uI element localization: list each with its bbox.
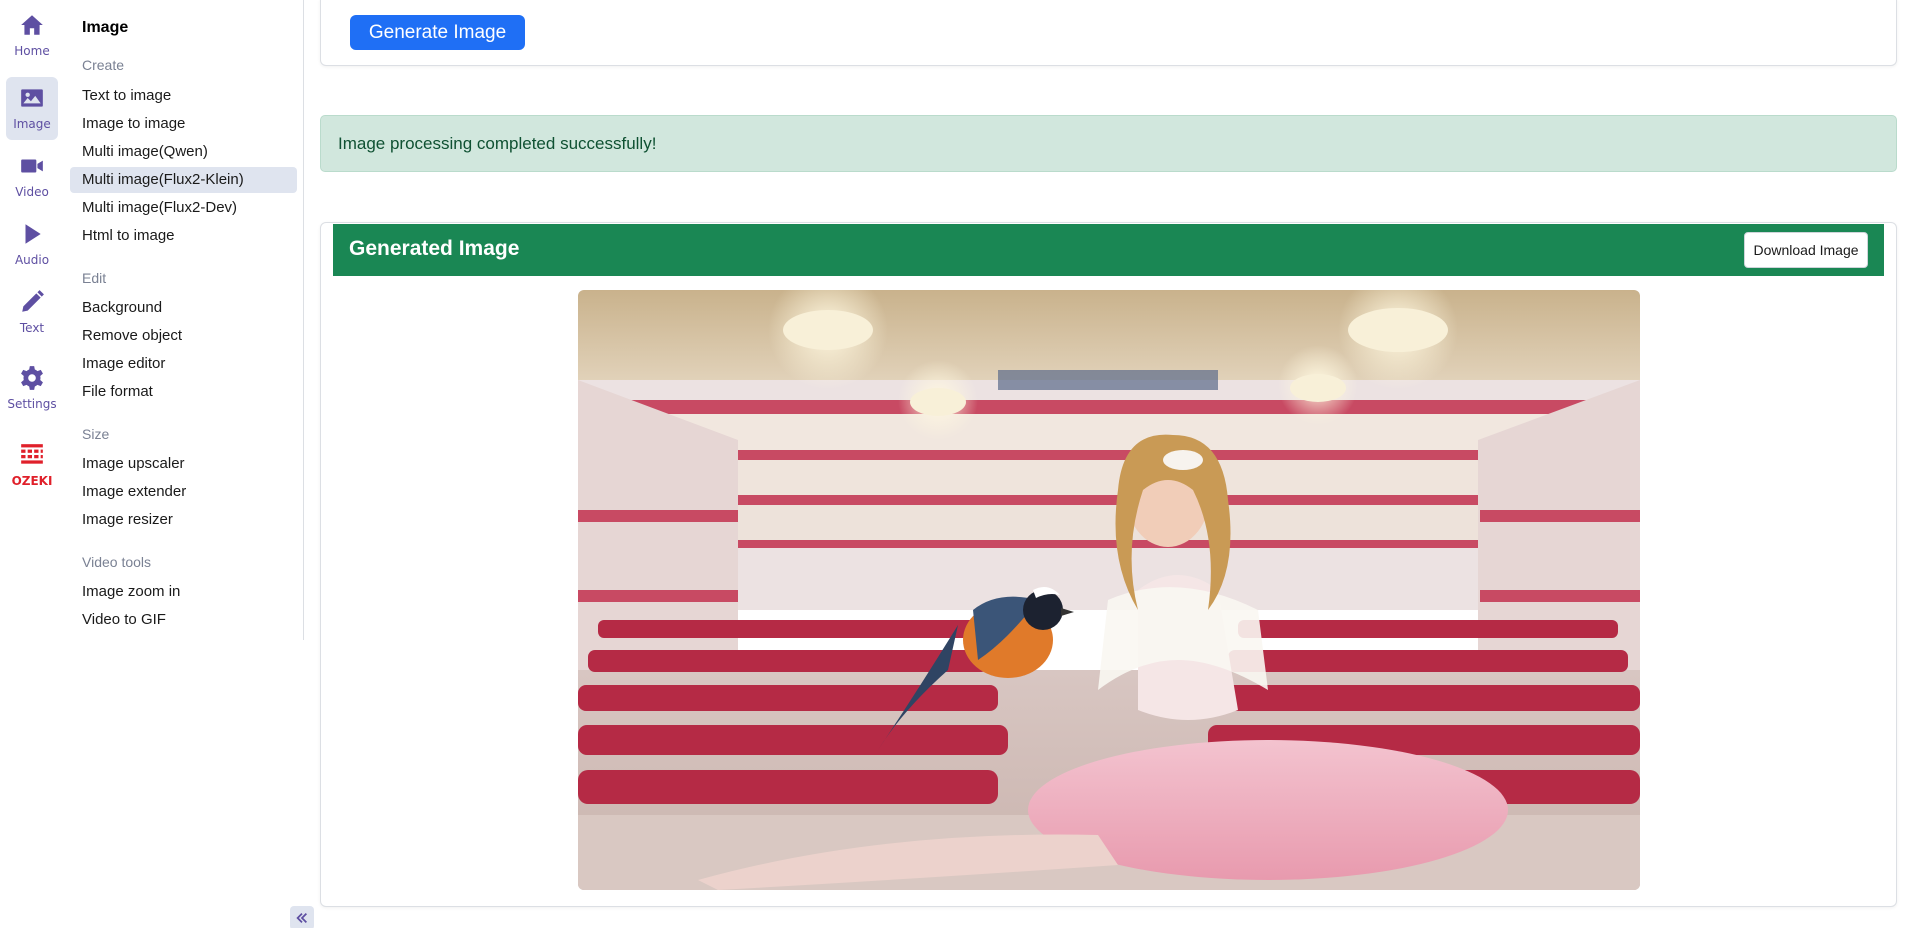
rail-audio[interactable]: Audio <box>6 213 58 276</box>
generate-card: Generate Image <box>320 0 1897 66</box>
rail-home-label: Home <box>14 44 50 58</box>
rail-ozeki-label: OZEKI <box>11 474 53 488</box>
menu-background[interactable]: Background <box>70 295 297 321</box>
rail-text-label: Text <box>19 321 45 335</box>
play-icon <box>25 224 41 244</box>
menu-image-extender[interactable]: Image extender <box>70 479 297 505</box>
rail-image-label: Image <box>13 117 51 131</box>
result-header: Generated Image Download Image <box>333 224 1884 276</box>
menu-multi-image-qwen[interactable]: Multi image(Qwen) <box>70 139 297 165</box>
double-chevron-left-icon <box>296 913 307 923</box>
success-alert: Image processing completed successfully! <box>320 115 1897 172</box>
ozeki-logo <box>21 444 43 464</box>
menu-image-to-image[interactable]: Image to image <box>70 111 297 137</box>
image-submenu: Image Create Text to image Image to imag… <box>70 0 304 640</box>
rail-home[interactable]: Home <box>6 4 58 67</box>
collapse-sidebar-button[interactable] <box>290 906 314 928</box>
result-card: Generated Image Download Image <box>320 222 1897 907</box>
generated-image[interactable] <box>578 290 1640 890</box>
icon-rail: Home Image Video Audio Text Settings OZE… <box>0 0 64 928</box>
generate-image-button[interactable]: Generate Image <box>350 15 525 50</box>
section-size: Size <box>82 426 110 442</box>
menu-image-editor[interactable]: Image editor <box>70 351 297 377</box>
section-create: Create <box>82 57 125 73</box>
menu-image-resizer[interactable]: Image resizer <box>70 507 297 533</box>
submenu-title: Image <box>82 19 129 36</box>
menu-image-upscaler[interactable]: Image upscaler <box>70 451 297 477</box>
rail-video[interactable]: Video <box>6 145 58 208</box>
rail-settings-label: Settings <box>7 397 57 411</box>
download-image-button[interactable]: Download Image <box>1744 232 1868 268</box>
rail-settings[interactable]: Settings <box>6 357 58 420</box>
menu-html-to-image[interactable]: Html to image <box>70 223 297 249</box>
menu-text-to-image[interactable]: Text to image <box>70 83 297 109</box>
menu-multi-image-flux2-dev[interactable]: Multi image(Flux2-Dev) <box>70 195 297 221</box>
rail-image[interactable]: Image <box>6 77 58 140</box>
pencil-icon <box>22 290 44 312</box>
menu-video-to-gif[interactable]: Video to GIF <box>70 607 297 633</box>
menu-file-format[interactable]: File format <box>70 379 297 405</box>
menu-multi-image-flux2-klein[interactable]: Multi image(Flux2-Klein) <box>70 167 297 193</box>
section-edit: Edit <box>82 270 107 286</box>
rail-text[interactable]: Text <box>6 281 58 344</box>
menu-image-zoom-in[interactable]: Image zoom in <box>70 579 297 605</box>
rail-ozeki[interactable]: OZEKI <box>6 434 58 497</box>
gear-icon <box>21 366 43 390</box>
generated-image-canvas <box>578 290 1640 890</box>
video-icon <box>21 159 43 173</box>
result-title: Generated Image <box>349 237 520 260</box>
rail-audio-label: Audio <box>14 253 50 267</box>
rail-video-label: Video <box>15 185 49 199</box>
section-video-tools: Video tools <box>82 554 152 570</box>
image-icon <box>21 89 43 107</box>
menu-remove-object[interactable]: Remove object <box>70 323 297 349</box>
home-icon <box>21 15 43 35</box>
